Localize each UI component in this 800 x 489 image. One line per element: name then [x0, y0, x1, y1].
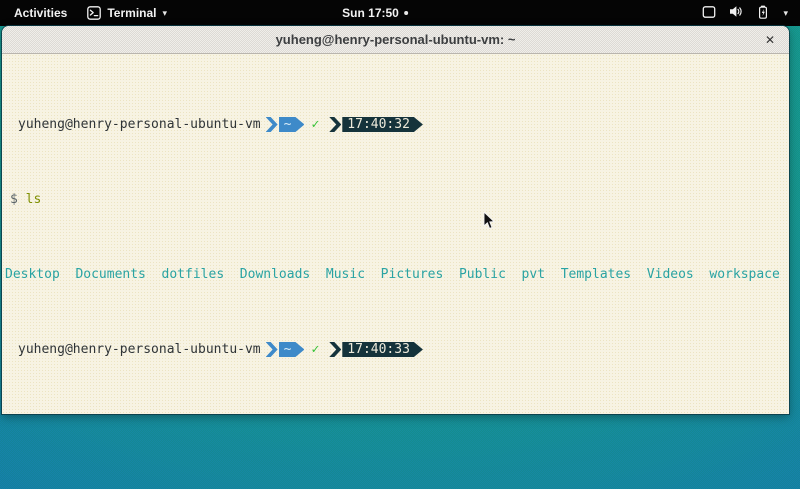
top-bar: Activities Terminal ▾ Sun 17:50	[0, 0, 800, 26]
terminal-screen[interactable]: yuheng@henry-personal-ubuntu-vm ~ ✓ 17:4…	[2, 54, 789, 414]
powerline-chevron-icon	[329, 342, 341, 357]
prompt-path: ~	[279, 342, 305, 357]
prompt-path: ~	[279, 117, 305, 132]
terminal-window: yuheng@henry-personal-ubuntu-vm: ~ ✕ yuh…	[2, 26, 789, 414]
powerline-chevron-icon	[266, 342, 278, 357]
command-line: $ ls	[5, 192, 789, 207]
battery-charging-icon	[756, 5, 770, 22]
volume-icon	[729, 5, 743, 21]
app-menu-label: Terminal	[107, 6, 156, 20]
chevron-down-icon: ▾	[783, 9, 788, 18]
system-status-area[interactable]: ▾	[702, 0, 800, 26]
prompt-user-host: yuheng@henry-personal-ubuntu-vm	[18, 117, 261, 132]
mouse-cursor-icon	[483, 211, 495, 235]
notification-dot-icon	[404, 11, 408, 15]
powerline-path-segment: ~	[266, 117, 305, 132]
status-check-icon: ✓	[311, 342, 319, 357]
clock-label: Sun 17:50	[342, 6, 399, 20]
top-bar-left: Activities Terminal ▾	[0, 4, 167, 22]
powerline-chevron-icon	[329, 117, 341, 132]
ls-output-line: Desktop Documents dotfiles Downloads Mus…	[5, 267, 789, 282]
activities-button[interactable]: Activities	[10, 4, 71, 22]
window-titlebar[interactable]: yuheng@henry-personal-ubuntu-vm: ~ ✕	[2, 26, 789, 54]
prompt-symbol: $	[10, 192, 18, 207]
powerline-time-segment: 17:40:33	[329, 342, 423, 357]
powerline-time-segment: 17:40:32	[329, 117, 423, 132]
clock-button[interactable]: Sun 17:50	[342, 0, 408, 26]
prompt-time: 17:40:32	[342, 117, 423, 132]
chevron-down-icon: ▾	[162, 9, 167, 18]
command-text: ls	[26, 192, 42, 207]
window-title: yuheng@henry-personal-ubuntu-vm: ~	[276, 32, 516, 47]
app-menu-button[interactable]: Terminal ▾	[87, 6, 167, 20]
desktop: Activities Terminal ▾ Sun 17:50	[0, 0, 800, 489]
powerline-chevron-icon	[266, 117, 278, 132]
prompt-line: yuheng@henry-personal-ubuntu-vm ~ ✓ 17:4…	[5, 117, 789, 132]
prompt-line: yuheng@henry-personal-ubuntu-vm ~ ✓ 17:4…	[5, 342, 789, 357]
prompt-user-host: yuheng@henry-personal-ubuntu-vm	[18, 342, 261, 357]
terminal-app-icon	[87, 6, 101, 20]
powerline-path-segment: ~	[266, 342, 305, 357]
status-check-icon: ✓	[311, 117, 319, 132]
prompt-time: 17:40:33	[342, 342, 423, 357]
display-icon	[702, 5, 716, 22]
close-button[interactable]: ✕	[759, 26, 781, 53]
